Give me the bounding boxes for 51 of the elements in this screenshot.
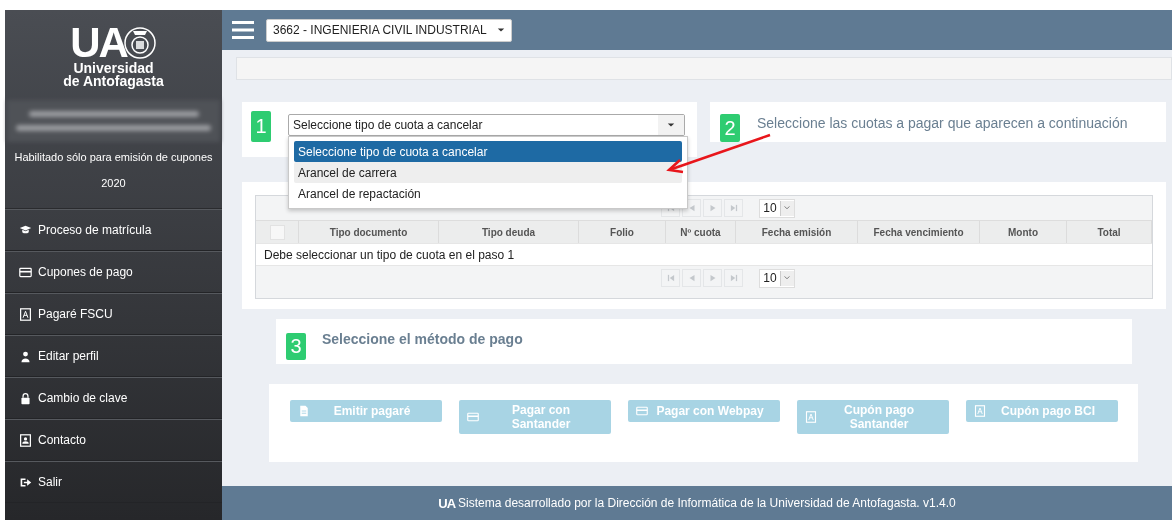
credit-card-icon [467,411,479,423]
page-size-select[interactable]: 10 [759,198,795,218]
dropdown-option[interactable]: Arancel de repactación [294,183,682,204]
last-page-button[interactable] [724,269,744,287]
logo-mark: UA [70,24,127,62]
page-size-select[interactable]: 10 [759,268,795,288]
caret-icon [667,121,675,129]
logo-text: Universidad [73,62,154,75]
first-page-icon [665,273,676,283]
sidebar-item[interactable]: Pagaré FSCU [5,293,222,335]
last-page-icon [728,203,739,213]
notice-text: Habilitado sólo para emisión de cupones 2020 [13,150,214,191]
fee-type-select[interactable]: Seleccione tipo de cuota a cancelar [288,114,685,136]
footer-text: Sistema desarrollado por la Dirección de Informática de la Universidad de Antofagasta. v1.4.0 [458,496,956,510]
user-icon [19,349,32,363]
sidebar-item[interactable]: Salir [5,461,222,503]
next-page-button[interactable] [703,269,723,287]
step-number: 2 [720,114,740,142]
menu-icon[interactable] [232,21,254,39]
dropdown-option[interactable]: Arancel de carrera [294,162,682,183]
sidebar-item[interactable]: Cupones de pago [5,251,222,293]
previous-page-button[interactable] [682,269,702,287]
chevron-down-icon [783,274,792,282]
sidebar-item[interactable]: Contacto [5,419,222,461]
contact-card-icon [19,433,32,447]
pdf-file-icon [805,411,817,423]
sign-out-icon [19,475,32,489]
credit-card-icon [636,405,648,417]
dropdown-option[interactable]: Seleccione tipo de cuota a cancelar [294,141,682,162]
pdf-file-icon [974,405,986,417]
next-page-button[interactable] [703,199,723,217]
footer-logo: UA [438,495,456,511]
last-page-button[interactable] [724,199,744,217]
step-number: 3 [286,333,306,360]
caret-icon [496,26,505,34]
sidebar-item[interactable]: Proceso de matrícula [5,209,222,251]
first-page-button[interactable] [661,269,681,287]
chevron-down-icon [783,204,792,212]
pdf-file-icon [19,307,32,321]
step-title: Seleccione el método de pago [322,330,523,347]
lock-icon [19,391,32,405]
last-page-icon [728,273,739,283]
step-number: 1 [251,111,271,142]
logo-text: de Antofagasta [63,75,164,88]
program-select[interactable]: 3662 - INGENIERIA CIVIL INDUSTRIAL [266,18,512,42]
sidebar-item[interactable]: Cambio de clave [5,377,222,419]
document-icon [298,405,310,417]
empty-message: Debe seleccionar un tipo de cuota en el paso 1 [256,243,1152,266]
step-instruction: Seleccione las cuotas a pagar que aparecen a continuación [757,115,1128,131]
sidebar-item[interactable]: Editar perfil [5,335,222,377]
credit-card-icon [19,265,32,279]
